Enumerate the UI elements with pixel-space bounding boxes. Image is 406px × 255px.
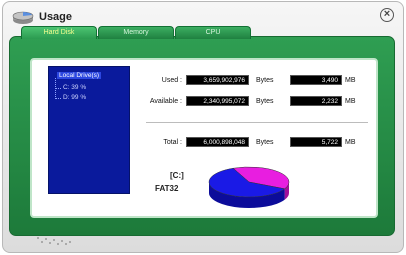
drive-tree[interactable]: Local Drive(s) C: 39 % D: 99 % [48,66,130,194]
close-button[interactable]: × [380,8,394,22]
used-bytes-unit: Bytes [256,77,274,84]
total-mb-unit: MB [345,139,356,146]
tree-connector [55,98,61,99]
total-bytes-unit: Bytes [256,139,274,146]
total-mb-value: 5,722 [290,137,342,147]
disk-usage-icon [12,11,34,24]
window-title: Usage [39,11,73,23]
total-label: Total : [163,139,182,146]
tree-item-c[interactable]: C: 39 % [63,84,86,91]
available-label: Available : [149,98,182,105]
tab-bar: Hard Disk Memory CPU [21,26,252,39]
available-mb-value: 2,232 [290,96,342,106]
tab-cpu[interactable]: CPU [175,26,251,39]
tab-hard-disk[interactable]: Hard Disk [21,26,97,39]
used-bytes-value: 3,659,902,976 [186,75,249,85]
available-mb-unit: MB [345,98,356,105]
available-bytes-value: 2,340,995,072 [186,96,249,106]
divider [146,122,368,123]
tree-connector [55,88,61,89]
usage-pie-chart [208,166,290,208]
drive-letter: [C:] [170,171,184,180]
used-mb-value: 3,490 [290,75,342,85]
used-label: Used : [161,77,182,84]
filesystem-label: FAT32 [155,184,179,193]
resize-grip-icon[interactable] [34,234,84,246]
used-mb-unit: MB [345,77,356,84]
tree-item-d[interactable]: D: 99 % [63,94,86,101]
tree-root-local-drives[interactable]: Local Drive(s) [57,72,102,79]
available-bytes-unit: Bytes [256,98,274,105]
close-icon: × [383,8,391,20]
tab-memory[interactable]: Memory [98,26,174,39]
total-bytes-value: 6,000,898,048 [186,137,249,147]
